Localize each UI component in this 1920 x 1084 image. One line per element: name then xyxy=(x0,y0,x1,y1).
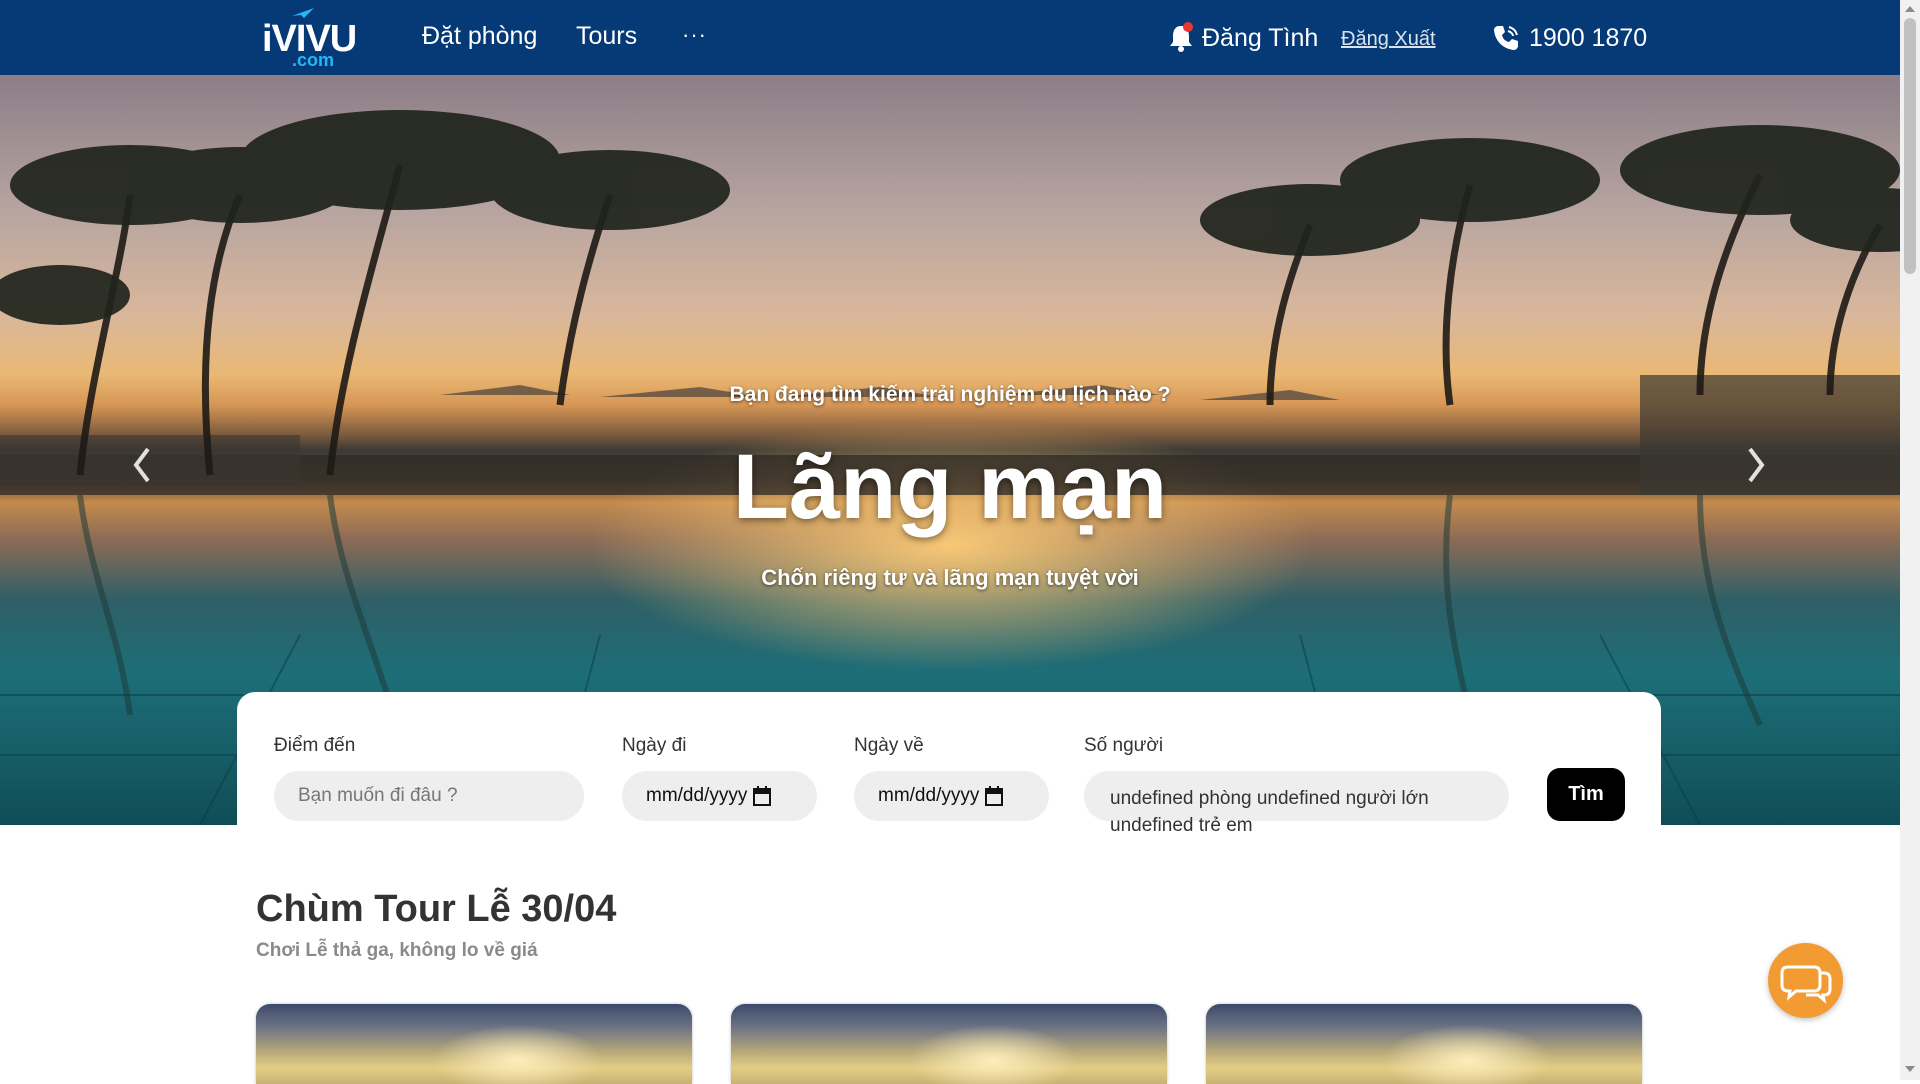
ivivu-logo[interactable]: iVIVU .com xyxy=(262,6,357,70)
depart-date-input[interactable]: mm/dd/yyyy xyxy=(622,771,817,821)
bell-icon[interactable] xyxy=(1168,22,1194,52)
scroll-thumb[interactable] xyxy=(1904,18,1916,274)
chat-button[interactable] xyxy=(1768,943,1843,1018)
chevron-right-icon[interactable] xyxy=(1736,435,1776,495)
page-scrollbar[interactable] xyxy=(1900,0,1920,1080)
destination-input[interactable]: Bạn muốn đi đâu ? xyxy=(274,771,584,821)
logo-domain: .com xyxy=(292,50,335,70)
depart-date-value: mm/dd/yyyy xyxy=(646,785,748,806)
guests-value: undefined phòng undefined người lớn unde… xyxy=(1110,788,1429,836)
chevron-left-icon[interactable] xyxy=(122,435,162,495)
section-title: Chùm Tour Lễ 30/04 xyxy=(256,888,617,930)
nav-link-tours[interactable]: Tours xyxy=(576,22,637,51)
return-date-label: Ngày về xyxy=(854,735,924,756)
hotline-number[interactable]: 1900 1870 xyxy=(1529,24,1647,53)
tour-card-image[interactable] xyxy=(256,1004,692,1084)
tour-card-image[interactable] xyxy=(731,1004,1167,1084)
logout-link[interactable]: Đăng Xuất xyxy=(1341,28,1436,51)
more-menu-icon[interactable]: ··· xyxy=(682,22,707,48)
destination-placeholder: Bạn muốn đi đâu ? xyxy=(298,785,458,806)
return-date-value: mm/dd/yyyy xyxy=(878,785,980,806)
return-date-input[interactable]: mm/dd/yyyy xyxy=(854,771,1049,821)
nav-link-booking[interactable]: Đặt phòng xyxy=(422,22,537,51)
top-navigation-bar: iVIVU .com Đặt phòng Tours ··· Đăng Tình… xyxy=(0,0,1900,75)
tour-card-image[interactable] xyxy=(1206,1004,1642,1084)
search-button[interactable]: Tìm xyxy=(1547,768,1625,821)
hero-title: Lãng mạn xyxy=(732,436,1168,538)
calendar-icon[interactable] xyxy=(753,786,772,806)
hero-subtitle: Bạn đang tìm kiếm trải nghiệm du lịch nà… xyxy=(729,383,1171,406)
depart-date-label: Ngày đi xyxy=(622,735,687,756)
chat-bubbles-icon xyxy=(1780,965,1832,1004)
section-subtitle: Chơi Lễ thả ga, không lo về giá xyxy=(256,940,538,961)
scroll-down-icon[interactable] xyxy=(1905,1066,1915,1072)
phone-icon xyxy=(1494,26,1518,50)
user-name[interactable]: Đăng Tình xyxy=(1202,24,1318,53)
calendar-icon[interactable] xyxy=(985,786,1004,806)
search-panel: Điểm đến Bạn muốn đi đâu ? Ngày đi mm/dd… xyxy=(237,692,1661,867)
scroll-up-icon[interactable] xyxy=(1905,6,1915,12)
destination-label: Điểm đến xyxy=(274,735,356,756)
hero-caption: Chốn riêng tư và lãng mạn tuyệt vời xyxy=(761,565,1139,590)
guests-label: Số người xyxy=(1084,735,1164,756)
